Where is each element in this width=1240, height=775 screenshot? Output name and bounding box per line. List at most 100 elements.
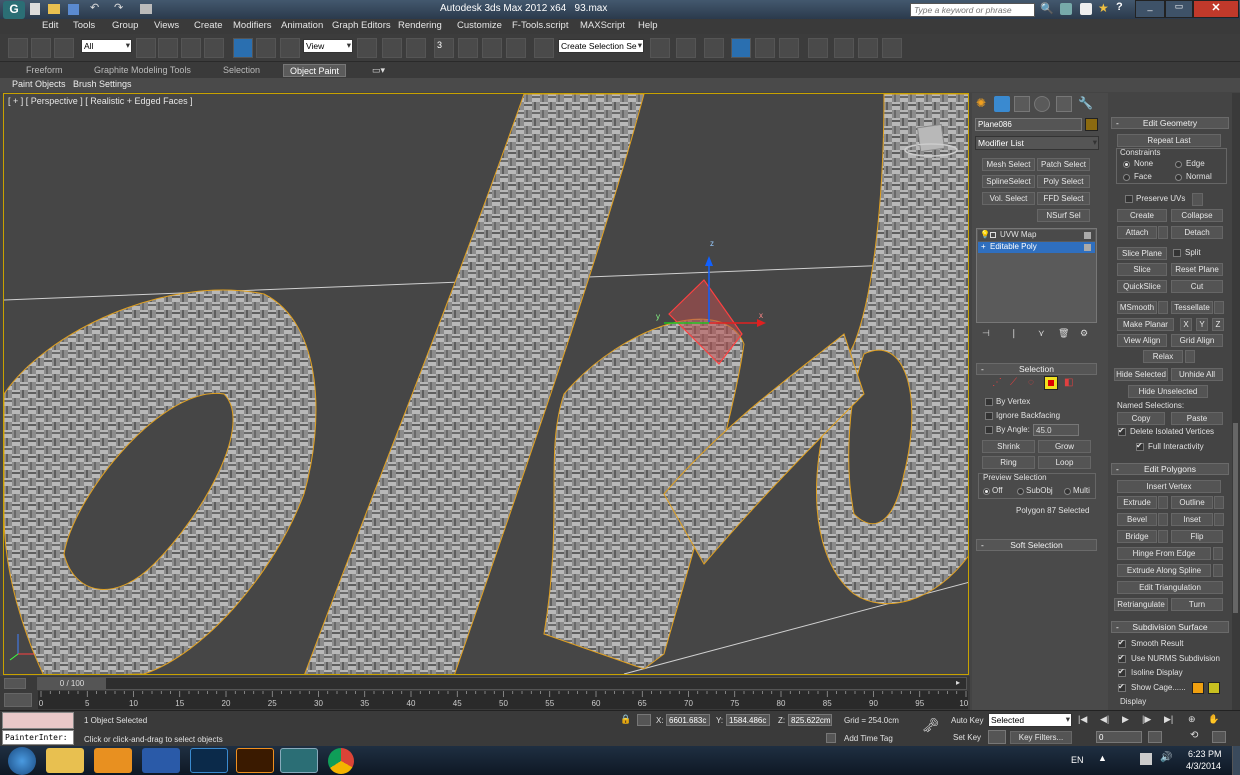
tray-chevron-icon[interactable]: ▲ [1098,753,1107,763]
select-and-rotate-icon[interactable] [256,38,276,58]
favorites-icon[interactable]: ★ [1098,1,1109,15]
redo-icon[interactable]: ↷ [114,1,123,14]
show-cage-checkbox[interactable] [1118,682,1126,692]
render-production-icon[interactable] [882,38,902,58]
set-key-icon[interactable]: 🗝 [922,717,940,734]
patch-select-button[interactable]: Patch Select [1037,158,1090,171]
retriangulate-button[interactable]: Retriangulate [1114,598,1168,611]
close-button[interactable]: ✕ [1193,0,1239,18]
preview-off-radio[interactable] [983,488,990,495]
maximize-button[interactable]: ▭ [1165,0,1193,18]
mesh-select-button[interactable]: Mesh Select [982,158,1035,171]
windows-start-icon[interactable] [8,747,36,775]
viewport-label[interactable]: [ + ] [ Perspective ] [ Realistic + Edge… [8,96,193,106]
menu-maxscript[interactable]: MAXScript [580,20,625,31]
loop-button[interactable]: Loop [1038,456,1091,469]
menu-create[interactable]: Create [194,20,223,31]
menu-group[interactable]: Group [112,20,138,31]
language-indicator[interactable]: EN [1071,755,1084,765]
rectangular-selection-icon[interactable] [181,38,201,58]
menu-tools[interactable]: Tools [73,20,95,31]
align-icon[interactable] [676,38,696,58]
by-vertex-checkbox[interactable] [985,398,993,406]
select-link-icon[interactable] [8,38,28,58]
save-icon[interactable] [68,4,79,15]
material-editor-icon[interactable] [808,38,828,58]
light-bulb-icon[interactable]: 💡 [980,230,990,239]
slice-plane-button[interactable]: Slice Plane [1117,247,1167,260]
key-filters-button[interactable]: Key Filters... [1010,731,1072,744]
keyboard-shortcut-override-icon[interactable] [406,38,426,58]
spinner-snap-icon[interactable] [506,38,526,58]
z-coordinate-field[interactable]: 825.622cm [788,714,832,726]
stack-item-visibility[interactable] [1084,232,1091,239]
app-logo-icon[interactable]: G [3,1,25,19]
manipulate-icon[interactable] [382,38,402,58]
chrome-icon[interactable] [328,748,354,774]
preserve-uvs-checkbox[interactable] [1125,195,1133,203]
y-coordinate-field[interactable]: 1584.486c [726,714,770,726]
menu-rendering[interactable]: Rendering [398,20,442,31]
key-tangent-icon[interactable] [988,730,1006,744]
angle-value-field[interactable]: 45.0 [1033,424,1079,436]
ring-button[interactable]: Ring [982,456,1035,469]
graphite-ribbon-icon[interactable] [731,38,751,58]
bevel-settings-button[interactable] [1158,513,1168,526]
border-level-icon[interactable]: ◌ [1028,377,1034,388]
rendered-frame-window-icon[interactable] [858,38,878,58]
quickslice-button[interactable]: QuickSlice [1117,280,1167,293]
tab-selection[interactable]: Selection [217,64,266,77]
communication-icon[interactable] [1080,3,1092,15]
insert-vertex-button[interactable]: Insert Vertex [1117,480,1221,493]
menu-ftools-script[interactable]: F-Tools.script [512,20,568,31]
cut-button[interactable]: Cut [1171,280,1223,293]
polygon-level-icon[interactable] [1044,376,1058,390]
next-frame-icon[interactable]: ▸ [956,678,960,687]
stack-item-uvw-map[interactable]: 💡 UVW Map [978,230,1095,241]
extrude-along-spline-settings-button[interactable] [1213,564,1223,577]
extrude-along-spline-button[interactable]: Extrude Along Spline [1117,564,1211,577]
layer-manager-icon[interactable] [704,38,724,58]
angle-snap-icon[interactable] [458,38,478,58]
maximize-viewport-icon[interactable] [1212,731,1226,743]
command-panel-scrollbar[interactable] [1232,93,1240,710]
bridge-settings-button[interactable] [1158,530,1168,543]
vertex-level-icon[interactable]: ⋰ [992,377,1002,388]
pin-stack-icon[interactable]: ⊣ [982,328,990,339]
by-angle-checkbox[interactable] [985,426,993,434]
copy-button[interactable]: Copy [1117,412,1165,425]
menu-views[interactable]: Views [154,20,179,31]
element-level-icon[interactable]: ◧ [1064,377,1073,388]
undo-icon[interactable]: ↶ [90,1,99,14]
curve-editor-icon[interactable] [755,38,775,58]
subscription-icon[interactable] [1060,3,1072,15]
3dsmax-icon[interactable] [280,748,318,773]
menu-customize[interactable]: Customize [457,20,502,31]
clock-time[interactable]: 6:23 PM [1188,749,1222,759]
time-tag-icon[interactable] [826,733,836,743]
lock-selection-icon[interactable]: 🔒 [620,714,631,725]
extrude-button[interactable]: Extrude [1117,496,1157,509]
brush-settings-panel[interactable]: Brush Settings [73,79,132,89]
open-icon[interactable] [48,4,60,14]
add-time-tag-label[interactable]: Add Time Tag [844,734,893,743]
viewport-scene[interactable]: z x y [4,94,969,675]
stack-item-visibility[interactable] [1084,244,1091,251]
bevel-button[interactable]: Bevel [1117,513,1157,526]
selection-filter-dropdown[interactable]: All [81,39,132,53]
full-interactivity-checkbox[interactable] [1136,441,1144,451]
unhide-all-button[interactable]: Unhide All [1171,368,1223,381]
menu-edit[interactable]: Edit [42,20,58,31]
word-icon[interactable] [142,748,180,773]
cage-color-swatch-2[interactable] [1208,682,1220,694]
expand-icon[interactable] [990,232,996,238]
illustrator-icon[interactable] [236,748,274,773]
reset-plane-button[interactable]: Reset Plane [1171,263,1223,276]
constraint-edge-radio[interactable] [1175,161,1182,168]
constraint-none-radio[interactable] [1123,161,1130,168]
reference-coordinate-dropdown[interactable]: View [303,39,353,53]
turn-button[interactable]: Turn [1171,598,1223,611]
next-frame-icon[interactable]: |▶ [1142,714,1151,725]
slice-button[interactable]: Slice [1117,263,1167,276]
track-bar[interactable]: 0 5 10 15 20 25 30 35 40 45 50 55 60 65 70 75 80 85 90 95 10… [38,691,968,709]
